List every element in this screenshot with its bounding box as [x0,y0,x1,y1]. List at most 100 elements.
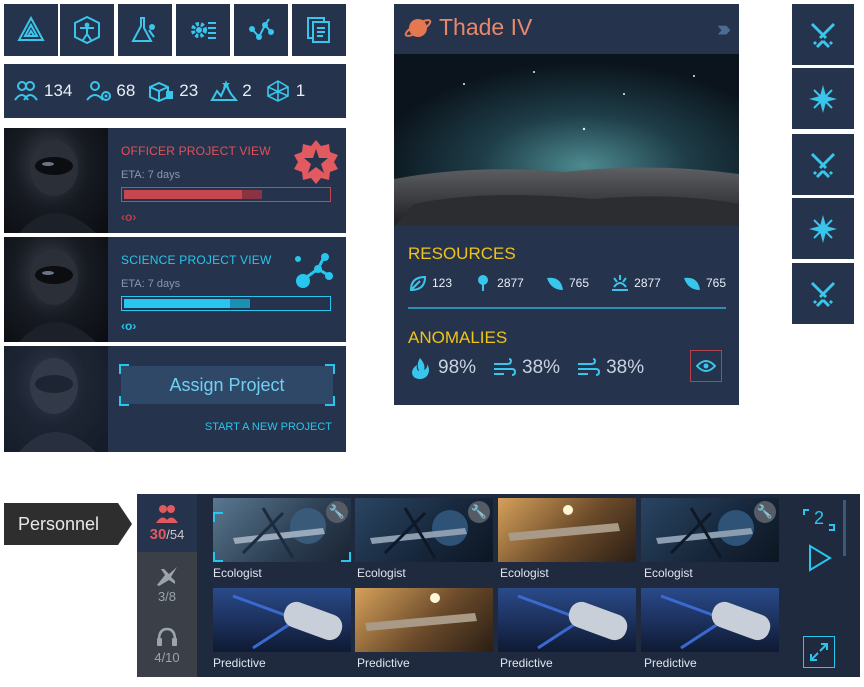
page-indicator[interactable]: 2 [801,506,837,534]
personnel-card-label: Ecologist [357,566,406,580]
crossed-swords-icon [810,281,836,307]
wrench-icon[interactable]: 🔧 [468,501,490,523]
science-project-title: SCIENCE PROJECT VIEW [121,253,272,267]
corner-bracket [119,396,129,406]
officer-progress-bar [121,187,331,202]
science-view-icon[interactable]: ‹o› [121,319,136,333]
side-combat-button[interactable] [792,4,854,65]
officer-project-title: OFFICER PROJECT VIEW [121,144,271,158]
resource-item: 2877 [610,274,661,292]
skyline-icon [210,80,239,101]
resource-item: 765 [682,274,726,292]
category-all-personnel[interactable]: 30/54 [137,494,197,552]
nav-pyramid-button[interactable] [4,4,58,56]
personnel-categories: 30/54 3/8 4/10 [137,494,197,677]
personnel-panel: 30/54 3/8 4/10 🔧 Ecologist 🔧 Ecologist E… [137,494,860,677]
assign-project-card: Assign Project START A NEW PROJECT [4,346,346,452]
science-progress-fill [124,299,230,308]
resources-title: RESOURCES [408,244,516,263]
tree-icon [478,275,489,291]
officer-star-badge-icon [294,140,338,184]
side-star-button[interactable] [792,68,854,129]
empty-portrait [4,346,108,452]
crossed-swords-icon [810,152,836,178]
cargo-icon [149,81,174,103]
stat-value: 134 [44,81,73,100]
category-count-current: 30 [149,525,167,543]
personnel-card-image[interactable] [213,588,351,652]
selection-bracket [213,552,223,562]
nav-gear-button[interactable] [176,4,230,56]
wrench-icon[interactable]: 🔧 [326,501,348,523]
polyhedron-icon [266,80,289,102]
nav-vitruvian-button[interactable] [60,4,114,56]
anomalies-row: 98% 38% 38% [408,356,644,380]
science-portrait [4,237,108,342]
wind-icon [578,358,601,376]
corner-bracket [119,364,129,374]
officer-project-card[interactable]: OFFICER PROJECT VIEW ETA: 7 days ‹o› [4,128,346,233]
nav-flask-button[interactable] [118,4,172,56]
resource-item: 2877 [473,274,524,292]
side-star-button[interactable] [792,198,854,259]
personnel-tab[interactable]: Personnel [4,503,118,545]
personnel-card-image[interactable] [355,588,493,652]
science-project-card[interactable]: SCIENCE PROJECT VIEW ETA: 7 days ‹o› [4,237,346,342]
planet-name: Thade IV [439,14,533,40]
personnel-card-image[interactable]: 🔧 [213,498,351,562]
expand-button[interactable] [803,636,835,668]
category-pilots[interactable]: 3/8 [137,556,197,612]
personnel-card-image[interactable] [641,588,779,652]
nav-documents-button[interactable] [292,4,346,56]
assign-project-label: Assign Project [169,374,285,395]
category-count-total: /54 [166,526,185,542]
personnel-card-label: Ecologist [500,566,549,580]
anomalies-title: ANOMALIES [408,328,508,347]
stat-value: 23 [179,81,199,100]
anomaly-item: 98% [408,356,476,380]
play-icon[interactable] [807,544,833,572]
wrench-icon[interactable]: 🔧 [754,501,776,523]
resource-item: 123 [408,274,452,292]
stat-scientist: 68 [84,79,135,103]
start-new-project-link[interactable]: START A NEW PROJECT [205,421,332,433]
resource-value: 2877 [497,276,524,290]
documents-icon [307,17,330,43]
stat-polyhedron: 1 [264,79,305,103]
personnel-icon [14,81,38,101]
personnel-card-label: Ecologist [213,566,262,580]
wind-icon [494,358,517,376]
officer-view-icon[interactable]: ‹o› [121,210,136,224]
headset-icon [157,627,177,646]
resource-value: 765 [705,276,726,290]
star-icon [809,214,837,243]
scrollbar[interactable] [843,500,846,556]
stat-personnel: 134 [12,79,72,103]
star-icon [809,84,837,113]
personnel-tab-arrow [118,503,132,545]
anomaly-item: 38% [492,356,560,380]
plant-icon [683,277,700,290]
personnel-card-image[interactable]: 🔧 [641,498,779,562]
personnel-card-image[interactable] [498,498,636,562]
science-progress-bar [121,296,331,311]
jet-icon [157,566,177,586]
category-operators[interactable]: 4/10 [137,616,197,674]
nav-network-button[interactable] [234,4,288,56]
crossed-swords-icon [810,22,836,48]
science-progress-pending [230,299,250,308]
side-combat-button[interactable] [792,263,854,324]
category-count: 4/10 [154,649,180,665]
planet-view-button[interactable] [690,350,722,382]
officer-progress-fill [124,190,242,199]
stat-value: 68 [116,81,136,100]
selection-bracket [213,512,223,522]
assign-project-button[interactable]: Assign Project [119,364,335,406]
science-project-eta: ETA: 7 days [121,278,181,290]
side-combat-button[interactable] [792,134,854,195]
scientist-icon [86,81,112,101]
personnel-card-image[interactable] [498,588,636,652]
flame-icon [412,358,429,379]
personnel-card-label: Predictive [644,656,697,670]
personnel-card-image[interactable]: 🔧 [355,498,493,562]
